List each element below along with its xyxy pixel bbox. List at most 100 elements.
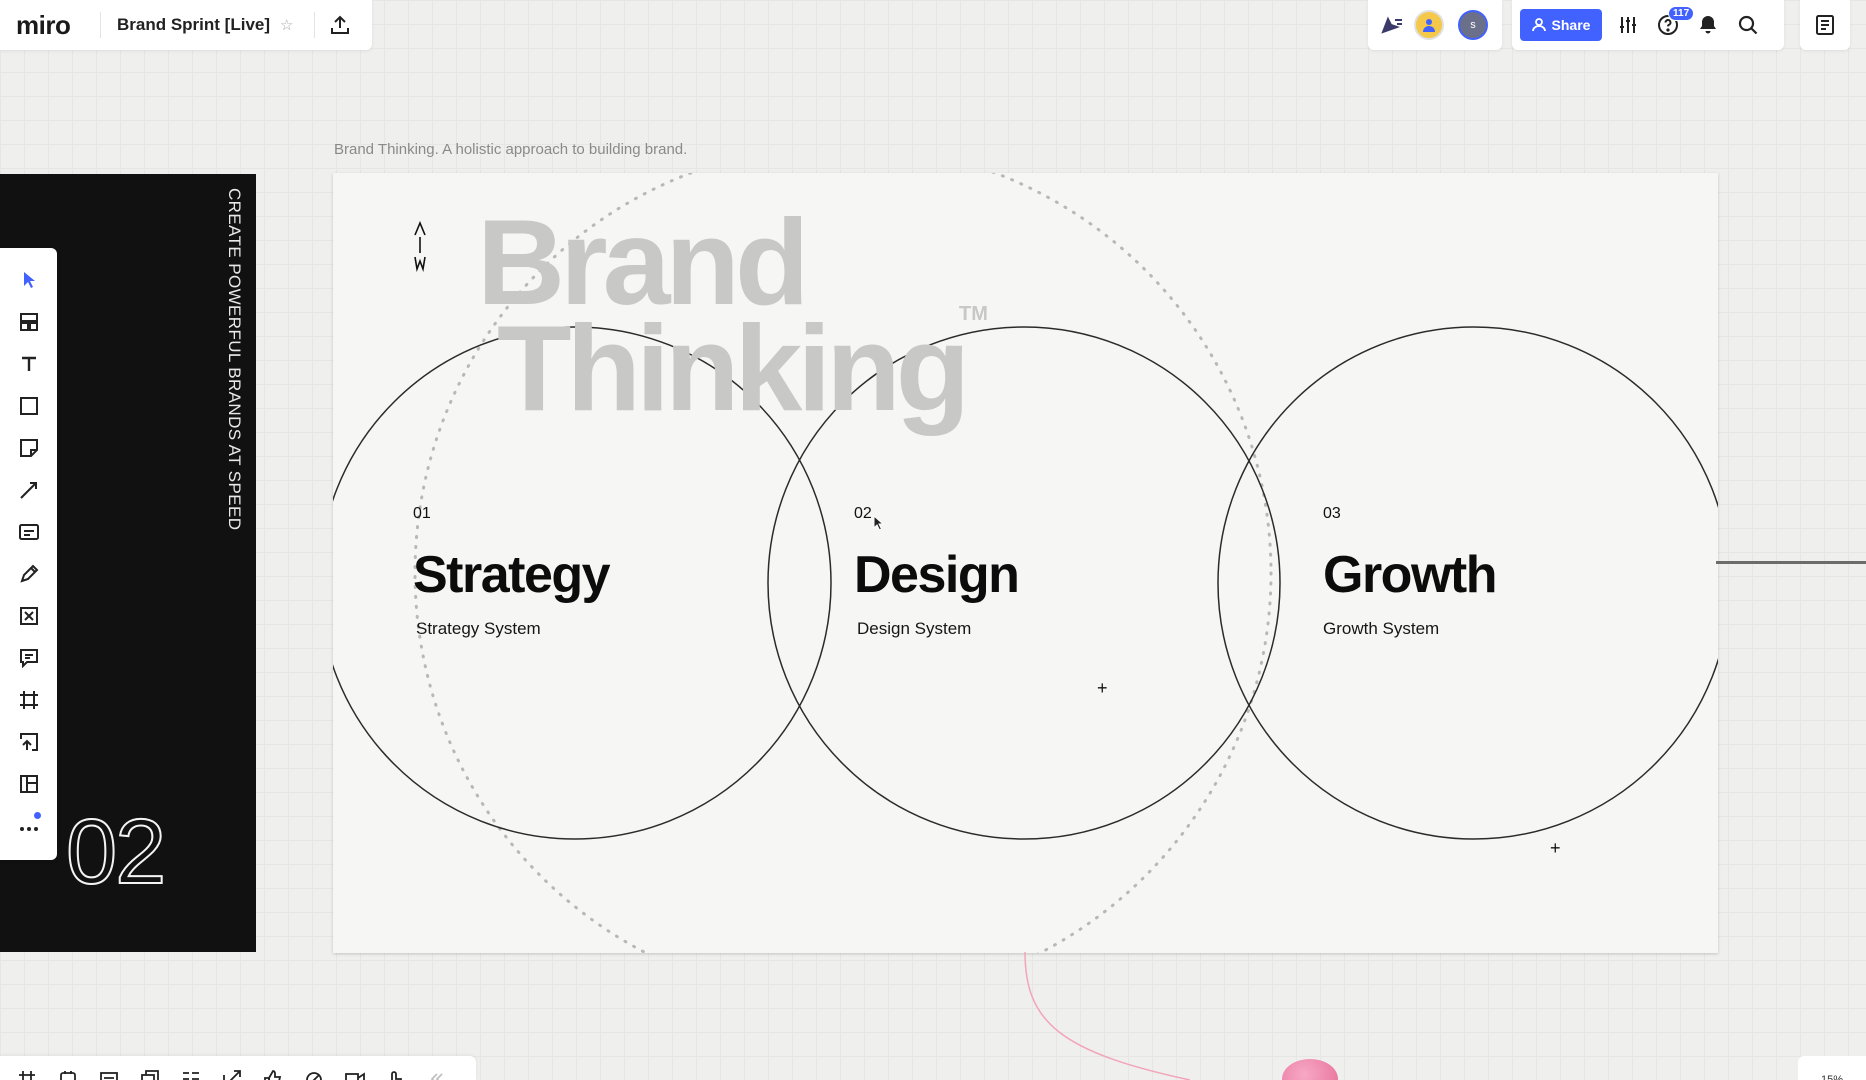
upload-tool[interactable] [9, 722, 49, 762]
collaboration-panel: s [1368, 0, 1502, 50]
comment-icon [19, 649, 38, 669]
board-header: miro Brand Sprint [Live] ☆ [0, 0, 372, 50]
templates-icon [19, 313, 38, 331]
comment-tool[interactable] [9, 638, 49, 678]
upload-icon [331, 15, 350, 34]
notes-list-icon [1816, 15, 1834, 35]
avatar[interactable] [1414, 10, 1444, 40]
new-indicator-dot [33, 812, 41, 819]
headline-line-2: Thinking [497, 300, 970, 436]
creation-toolbar [0, 248, 57, 860]
connector-line[interactable] [1716, 561, 1866, 564]
search-button[interactable] [1728, 5, 1768, 45]
frame-tool[interactable] [9, 680, 49, 720]
kanban-tool[interactable] [9, 764, 49, 804]
board-title[interactable]: Brand Sprint [Live] [117, 15, 270, 35]
reactions-button[interactable] [303, 1056, 325, 1080]
select-tool[interactable] [9, 260, 49, 300]
frames-button[interactable] [16, 1056, 38, 1080]
crop-frame-tool[interactable] [9, 596, 49, 636]
share-button[interactable]: Share [1520, 9, 1602, 41]
card-icon [18, 524, 39, 540]
help-button[interactable]: 117 [1648, 5, 1695, 45]
reactions-button[interactable] [1372, 5, 1412, 45]
pillar-number: 01 [413, 505, 431, 522]
sticky-note-tool[interactable] [9, 428, 49, 468]
plus-icon: + [1097, 678, 1108, 698]
user-icon [1423, 19, 1435, 32]
collapse-button[interactable] [426, 1056, 448, 1080]
chevron-left-icon [430, 1073, 443, 1080]
notifications-button[interactable] [1688, 5, 1728, 45]
hand-icon [391, 1071, 403, 1080]
cards-button[interactable] [98, 1056, 120, 1080]
hand-button[interactable] [385, 1056, 407, 1080]
timer-button[interactable] [57, 1056, 79, 1080]
timer-icon [60, 1071, 76, 1080]
user-plus-icon [1531, 18, 1546, 32]
kanban-icon [19, 775, 38, 793]
connection-line-icon [19, 482, 37, 499]
sticky-note-icon [19, 439, 38, 457]
board-notes-button[interactable] [1805, 5, 1845, 45]
zoom-level[interactable]: 15% [1798, 1056, 1866, 1080]
pen-icon [19, 564, 38, 583]
reaction-icon [306, 1072, 322, 1080]
frame-caption[interactable]: Brand Thinking. A holistic approach to b… [334, 141, 687, 158]
cursor-icon [873, 515, 885, 531]
video-icon [345, 1072, 365, 1080]
pillar-subtitle-design: Design System [857, 619, 972, 638]
search-icon [1738, 15, 1758, 35]
bottom-toolbar [0, 1056, 476, 1080]
select-icon [23, 272, 35, 288]
pillar-title-strategy: Strategy [413, 546, 611, 604]
card-tool[interactable] [9, 512, 49, 552]
list-button[interactable] [180, 1056, 202, 1080]
pillar-title-design: Design [854, 546, 1020, 604]
upload-icon [19, 733, 38, 751]
brain-sticker[interactable] [1282, 1059, 1338, 1080]
settings-button[interactable] [1608, 5, 1648, 45]
expand-icon [223, 1070, 241, 1080]
trademark: TM [959, 303, 988, 325]
pen-tool[interactable] [9, 554, 49, 594]
expand-button[interactable] [221, 1056, 243, 1080]
video-button[interactable] [344, 1056, 366, 1080]
thumbs-up-icon [264, 1070, 282, 1080]
frame-cross-icon [19, 607, 38, 625]
plus-icon: + [1550, 838, 1561, 858]
miro-logo[interactable]: miro [16, 10, 100, 41]
avatar-initial: s [1470, 19, 1476, 31]
connection-line-tool[interactable] [9, 470, 49, 510]
export-button[interactable] [315, 0, 365, 50]
side-frame-number: 02 [65, 800, 167, 904]
pillar-number: 03 [1323, 505, 1341, 522]
bell-icon [1700, 16, 1716, 34]
divider [100, 12, 101, 38]
share-label: Share [1551, 17, 1591, 33]
templates-tool[interactable] [9, 302, 49, 342]
cursor-flag-icon [1381, 16, 1402, 34]
star-icon[interactable]: ☆ [280, 16, 314, 34]
pillar-number: 02 [854, 505, 872, 522]
board-tools-panel: Share 117 [1512, 0, 1784, 50]
card-icon [100, 1072, 118, 1080]
list-icon [183, 1072, 199, 1080]
more-tools-button[interactable] [9, 806, 49, 846]
pillar-title-growth: Growth [1323, 546, 1497, 604]
frame-icon [19, 1071, 35, 1080]
present-button[interactable] [139, 1056, 161, 1080]
notes-panel [1800, 0, 1850, 50]
present-icon [141, 1070, 159, 1080]
frame-icon [19, 691, 38, 709]
avatar[interactable]: s [1458, 10, 1488, 40]
shape-icon [19, 397, 38, 415]
brand-thinking-frame[interactable]: Brand Thinking TM 01 Strategy Strategy S… [333, 173, 1718, 953]
connector-curve[interactable] [1000, 952, 1260, 1080]
brand-mark-icon [413, 220, 427, 282]
shape-tool[interactable] [9, 386, 49, 426]
text-tool[interactable] [9, 344, 49, 384]
text-icon [21, 356, 36, 371]
vote-button[interactable] [262, 1056, 284, 1080]
side-frame-tagline: CREATE POWERFUL BRANDS AT SPEED [225, 188, 244, 531]
